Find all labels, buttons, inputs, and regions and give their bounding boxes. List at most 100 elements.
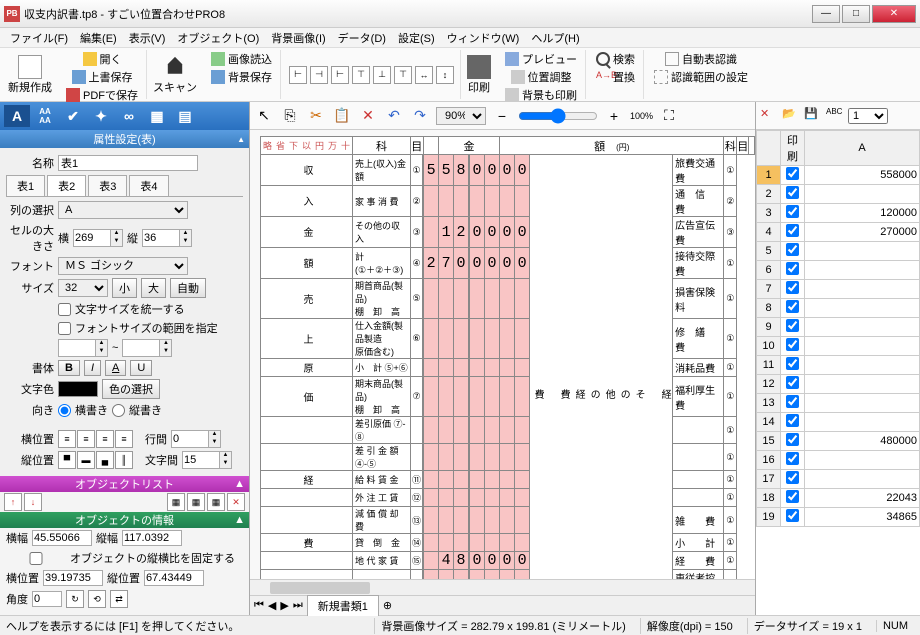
amount-cell[interactable]: 5 (439, 155, 454, 186)
width-spinner[interactable]: ▲▼ (73, 229, 123, 247)
amount-cell[interactable] (515, 507, 530, 534)
amount-cell[interactable]: 0 (515, 217, 530, 248)
data-page-select[interactable]: 1 (848, 108, 888, 124)
tab-nav-next[interactable]: ▶ (280, 599, 288, 612)
doc-tab-1[interactable]: 新規書類1 (307, 595, 379, 616)
row-header[interactable]: 6 (757, 261, 781, 280)
print-checkbox[interactable] (786, 414, 799, 427)
amount-cell[interactable] (469, 377, 484, 417)
print-checkbox[interactable] (786, 167, 799, 180)
amount-cell[interactable] (439, 471, 454, 489)
scan-button[interactable]: スキャン (149, 50, 201, 99)
data-cell[interactable] (805, 337, 920, 356)
data-abc-icon[interactable]: ABC (826, 107, 844, 125)
amount-cell[interactable]: 0 (484, 155, 499, 186)
amount-cell[interactable] (500, 444, 515, 471)
objy-input[interactable] (144, 570, 204, 586)
save-button[interactable]: 上書保存 (70, 68, 135, 86)
small-button[interactable]: 小 (112, 278, 137, 298)
print-checkbox[interactable] (786, 224, 799, 237)
copy-icon[interactable]: ⎘ (280, 106, 300, 126)
bgsave-button[interactable]: 背景保存 (209, 68, 274, 86)
col-a[interactable]: A (805, 131, 920, 166)
amount-cell[interactable] (484, 186, 499, 217)
maximize-button[interactable]: □ (842, 5, 870, 23)
amount-cell[interactable] (423, 534, 438, 552)
unify-checkbox[interactable] (58, 303, 71, 316)
amount-cell[interactable] (484, 489, 499, 507)
color-swatch[interactable] (58, 381, 98, 397)
valign-b[interactable]: ▄ (96, 451, 114, 469)
objinfo-header[interactable]: オブジェクトの情報▲ (0, 512, 249, 528)
chargap-spinner[interactable]: ▲▼ (182, 451, 232, 469)
amount-cell[interactable] (454, 507, 469, 534)
data-cell[interactable] (805, 242, 920, 261)
amount-cell[interactable] (515, 279, 530, 319)
menu-view[interactable]: 表示(V) (123, 28, 172, 48)
objh-input[interactable] (122, 530, 182, 546)
print-checkbox[interactable] (786, 509, 799, 522)
tab-nav-first[interactable]: ⏮ (254, 599, 264, 612)
link-tool-icon[interactable]: ∞ (116, 105, 142, 127)
close-button[interactable]: ✕ (872, 5, 916, 23)
amount-cell[interactable] (439, 319, 454, 359)
amount-cell[interactable] (515, 444, 530, 471)
data-cell[interactable]: 480000 (805, 432, 920, 451)
amount-cell[interactable]: 0 (500, 155, 515, 186)
amount-cell[interactable] (423, 377, 438, 417)
data-cell[interactable] (805, 280, 920, 299)
amount-cell[interactable] (515, 377, 530, 417)
dist-v[interactable]: ↕ (436, 66, 454, 84)
amount-cell[interactable] (515, 359, 530, 377)
amount-cell[interactable] (469, 534, 484, 552)
amount-cell[interactable] (439, 186, 454, 217)
print-checkbox[interactable] (786, 281, 799, 294)
grid-tool-icon[interactable]: ▦ (144, 105, 170, 127)
print-checkbox[interactable] (786, 471, 799, 484)
amount-cell[interactable] (500, 377, 515, 417)
tab-nav-last[interactable]: ⏭ (293, 599, 303, 612)
amount-cell[interactable] (469, 279, 484, 319)
amount-cell[interactable] (484, 534, 499, 552)
amount-cell[interactable] (500, 570, 515, 580)
align-left[interactable]: ⊢ (289, 66, 307, 84)
amount-cell[interactable] (469, 186, 484, 217)
amount-cell[interactable] (469, 359, 484, 377)
amount-cell[interactable] (454, 570, 469, 580)
amount-cell[interactable]: 1 (439, 217, 454, 248)
objlist-up[interactable]: ↑ (4, 493, 22, 511)
row-header[interactable]: 4 (757, 223, 781, 242)
halign-c[interactable]: ≡ (77, 430, 95, 448)
amount-cell[interactable] (439, 534, 454, 552)
check-tool-icon[interactable]: ✔ (60, 105, 86, 127)
amount-cell[interactable] (423, 570, 438, 580)
minimize-button[interactable]: — (812, 5, 840, 23)
data-cell[interactable]: 270000 (805, 223, 920, 242)
align-right[interactable]: ⊢ (331, 66, 349, 84)
amount-cell[interactable] (423, 217, 438, 248)
new-button[interactable]: 新規作成 (4, 50, 56, 99)
search-button[interactable]: 検索 (594, 50, 637, 68)
menu-help[interactable]: ヘルプ(H) (525, 28, 585, 48)
amount-cell[interactable] (500, 186, 515, 217)
row-header[interactable]: 11 (757, 356, 781, 375)
rot-b[interactable]: ⟲ (88, 590, 106, 608)
recogarea-button[interactable]: 認識範囲の設定 (652, 68, 750, 86)
menu-data[interactable]: データ(D) (332, 28, 392, 48)
amount-cell[interactable]: 0 (515, 155, 530, 186)
objx-input[interactable] (43, 570, 103, 586)
h-scrollbar[interactable] (250, 579, 755, 595)
amount-cell[interactable] (454, 534, 469, 552)
row-header[interactable]: 9 (757, 318, 781, 337)
colorpick-button[interactable]: 色の選択 (102, 379, 160, 399)
amount-cell[interactable] (423, 417, 438, 444)
row-header[interactable]: 14 (757, 413, 781, 432)
amount-cell[interactable] (500, 471, 515, 489)
amount-cell[interactable] (515, 186, 530, 217)
halign-j[interactable]: ≡ (115, 430, 133, 448)
amount-cell[interactable]: 5 (423, 155, 438, 186)
print-checkbox[interactable] (786, 376, 799, 389)
amount-cell[interactable]: 0 (469, 217, 484, 248)
amount-cell[interactable]: 0 (500, 217, 515, 248)
fontfix-checkbox[interactable] (58, 322, 71, 335)
